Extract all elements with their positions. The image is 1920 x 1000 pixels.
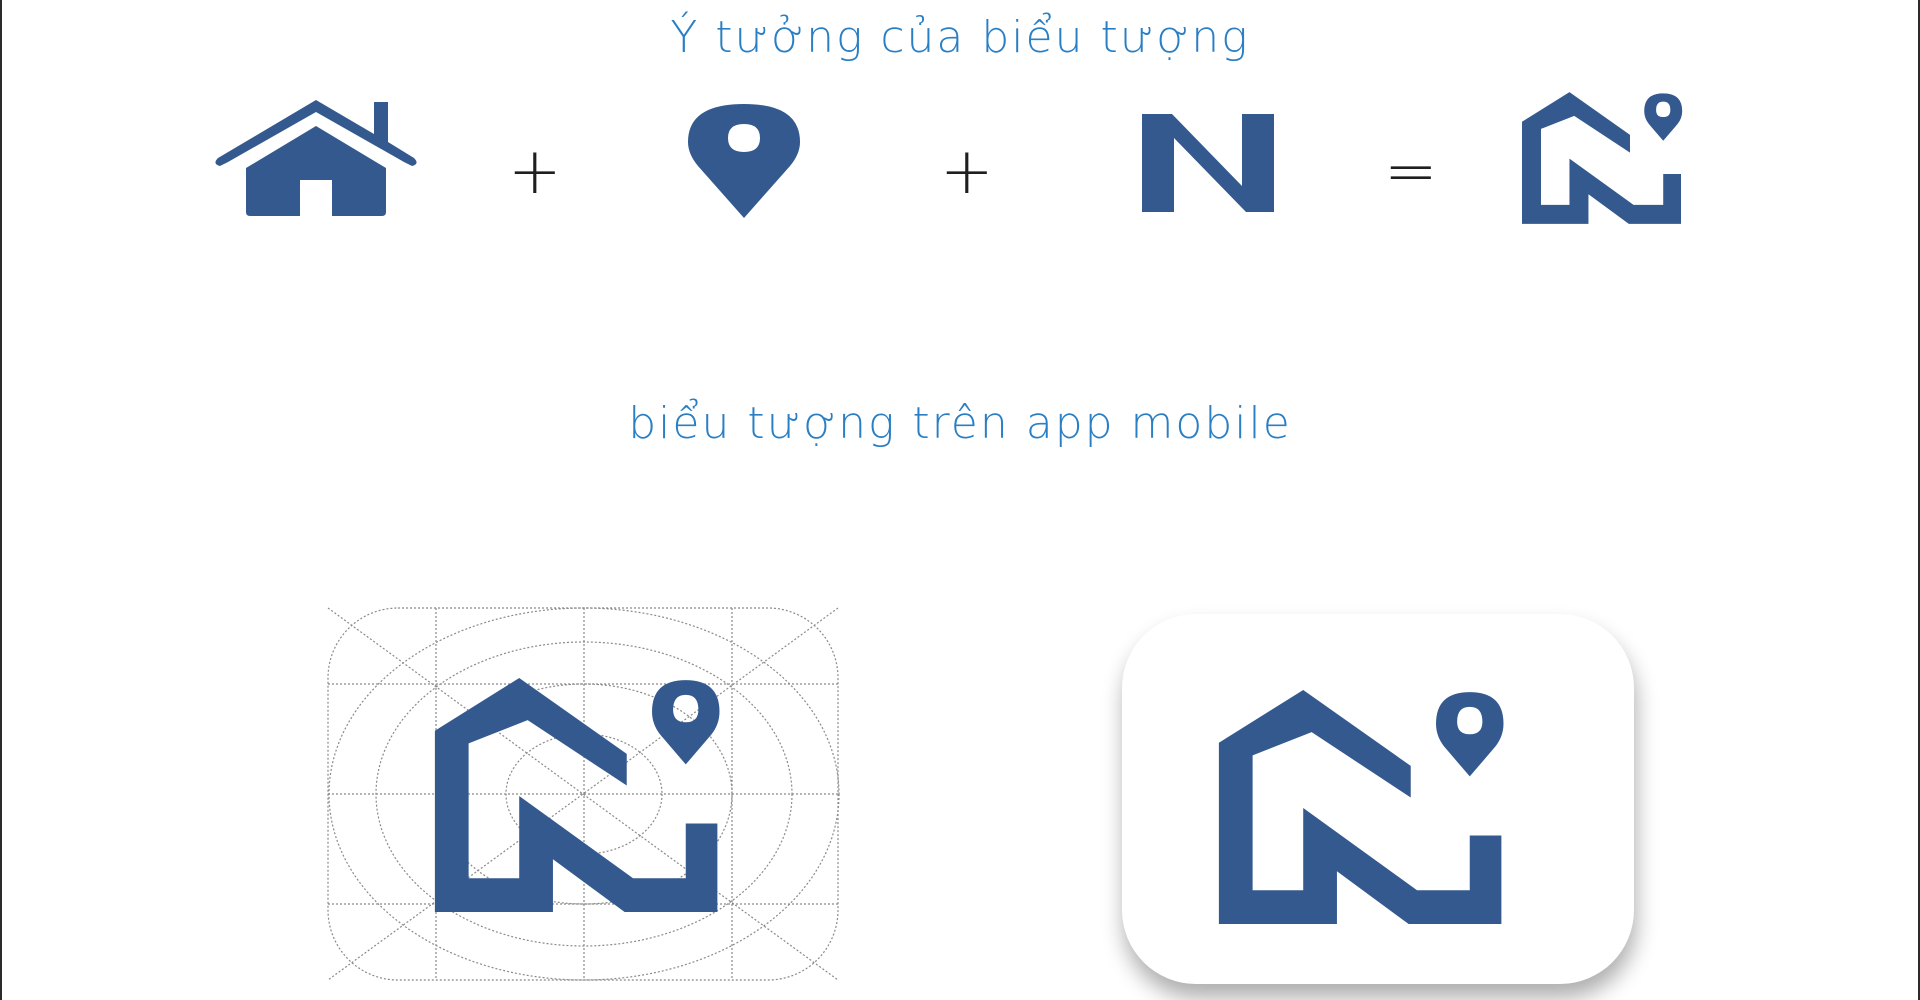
house-icon: [214, 98, 418, 218]
grid-logo-mark: [434, 678, 752, 912]
left-frame-border: [0, 0, 2, 1000]
letter-n-icon: [1142, 114, 1274, 212]
idea-heading: Ý tưởng của biểu tượng: [670, 12, 1250, 63]
plus-sign-1: +: [508, 135, 562, 209]
combined-logo-icon: [1522, 92, 1700, 224]
plus-sign-2: +: [940, 135, 994, 209]
app-heading: biểu tượng trên app mobile: [628, 398, 1292, 449]
equals-sign: =: [1384, 135, 1438, 209]
app-icon-logo-mark: [1218, 690, 1536, 924]
location-pin-icon: [688, 104, 800, 218]
